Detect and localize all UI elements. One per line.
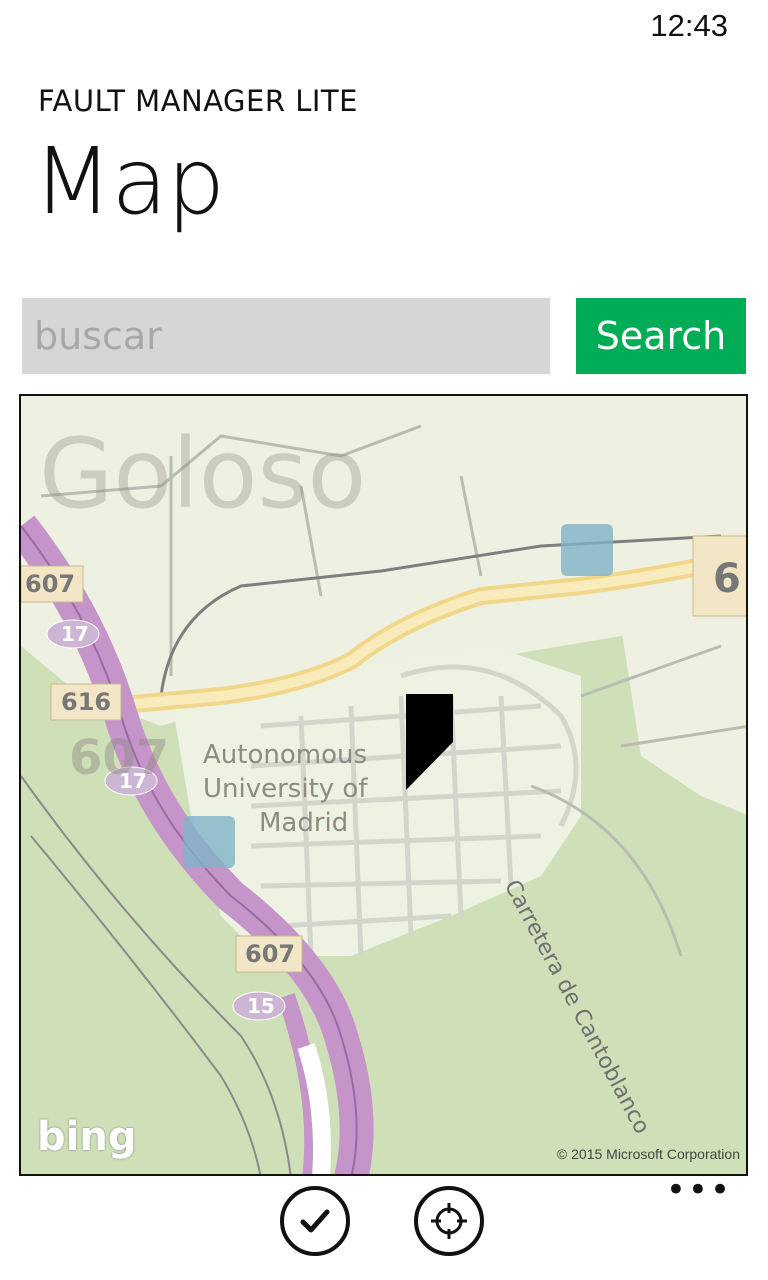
locate-button[interactable] [414, 1186, 484, 1256]
map-label-area: Goloso [39, 418, 367, 530]
bing-logo: bing [37, 1114, 137, 1160]
check-icon [300, 1209, 330, 1233]
road-shield-607: 607 [25, 570, 76, 598]
status-time: 12:43 [650, 8, 728, 43]
map-view[interactable]: Goloso Autonomous University of Madrid C… [19, 394, 748, 1176]
search-input[interactable] [22, 298, 550, 374]
page-title: Map [33, 128, 225, 235]
map-label-university: Autonomous University of Madrid [203, 740, 368, 838]
train-station-icon [561, 524, 613, 576]
more-options-button[interactable]: ••• [666, 1173, 732, 1207]
accept-button[interactable] [280, 1186, 350, 1256]
road-shield-17: 17 [61, 622, 89, 646]
search-button[interactable]: Search [576, 298, 746, 374]
locate-icon [431, 1203, 467, 1239]
road-shield-17: 17 [119, 769, 147, 793]
road-shield-607: 607 [245, 940, 296, 968]
app-title: FAULT MANAGER LITE [38, 84, 358, 118]
road-shield-6: 6 [713, 556, 741, 602]
road-shield-15: 15 [247, 994, 275, 1018]
road-shield-616: 616 [61, 688, 112, 716]
map-copyright: © 2015 Microsoft Corporation [556, 1146, 740, 1162]
